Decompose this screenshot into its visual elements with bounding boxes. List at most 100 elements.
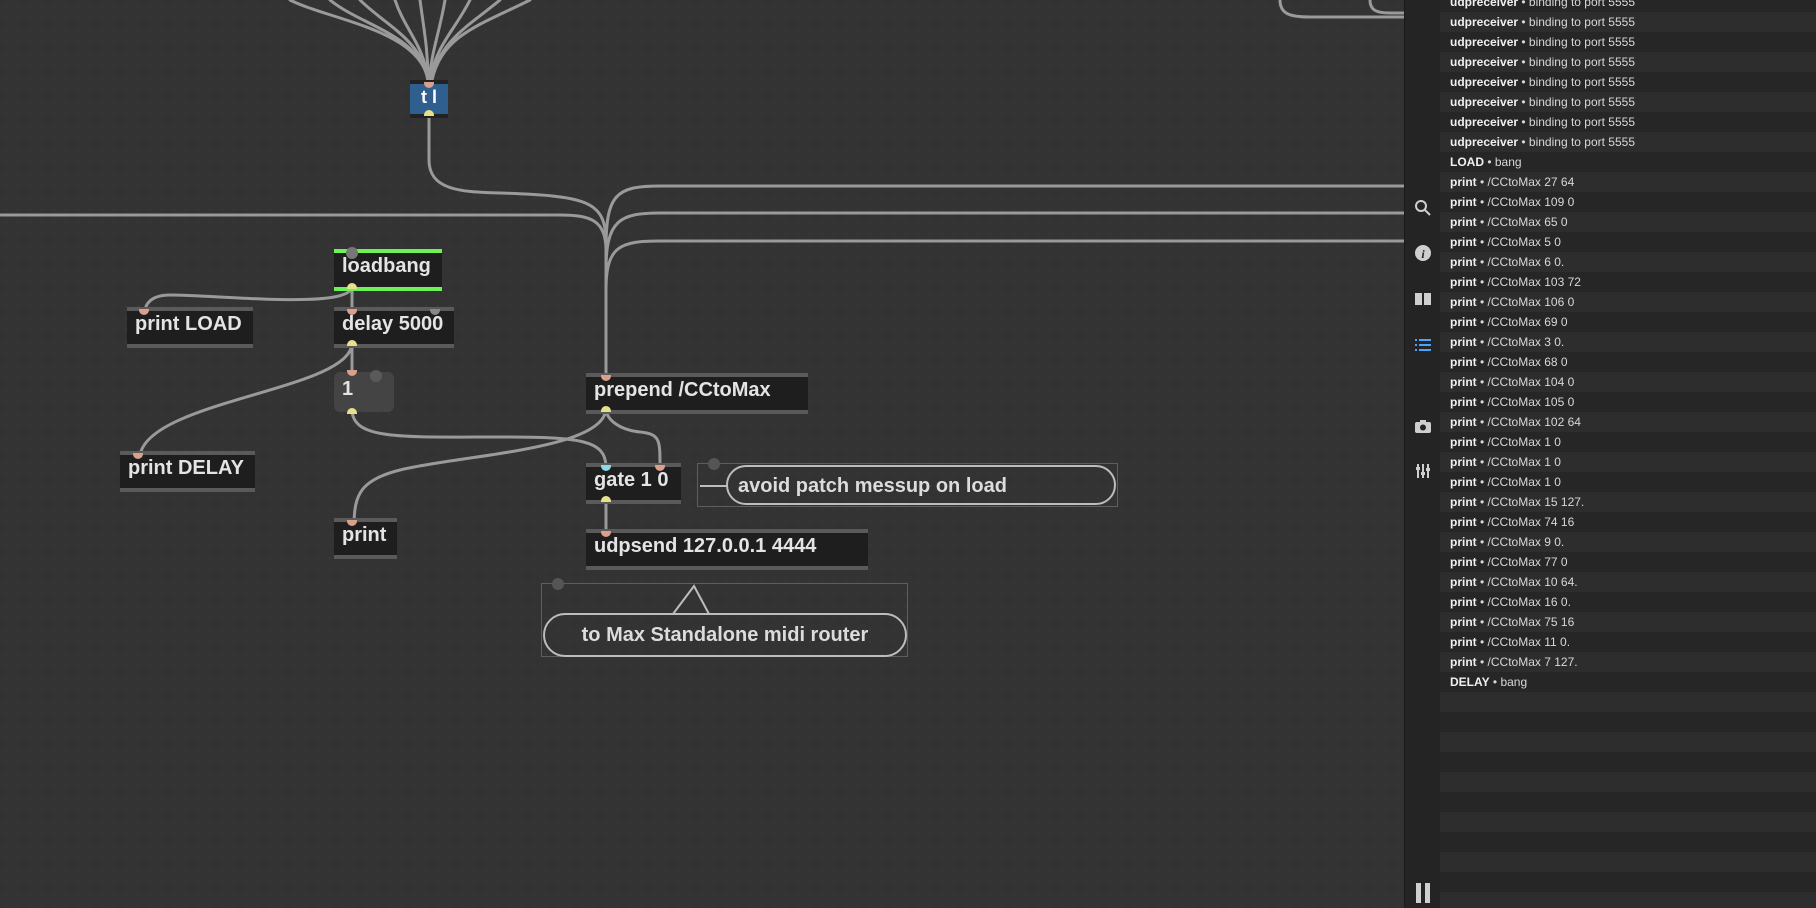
console-row[interactable]: print • /CCtoMax 1 0 — [1440, 472, 1816, 492]
console-row[interactable]: print • /CCtoMax 10 64. — [1440, 572, 1816, 592]
print-load-object[interactable]: print LOAD — [127, 307, 253, 348]
console-row[interactable]: print • /CCtoMax 16 0. — [1440, 592, 1816, 612]
udpsend-object[interactable]: udpsend 127.0.0.1 4444 — [586, 529, 868, 570]
console-row[interactable]: print • /CCtoMax 9 0. — [1440, 532, 1816, 552]
console-row-message: binding to port 5555 — [1528, 135, 1636, 149]
console-row-separator: • — [1518, 35, 1529, 49]
comment-frame[interactable]: avoid patch messup on load — [697, 458, 1118, 507]
console-row-message: /CCtoMax 105 0 — [1487, 395, 1575, 409]
console-list-icon[interactable] — [1405, 330, 1441, 360]
outlet[interactable] — [347, 340, 357, 346]
max-console[interactable]: udpreceiver • binding to port 5555 udprec… — [1440, 0, 1816, 908]
console-row-source: print — [1450, 455, 1477, 469]
console-row[interactable]: print • /CCtoMax 102 64 — [1440, 412, 1816, 432]
console-empty-row — [1440, 692, 1816, 712]
console-empty-row — [1440, 852, 1816, 872]
console-row-source: print — [1450, 555, 1477, 569]
console-row[interactable]: print • /CCtoMax 3 0. — [1440, 332, 1816, 352]
console-row-separator: • — [1476, 475, 1488, 489]
inlet[interactable] — [347, 370, 357, 376]
console-row[interactable]: print • /CCtoMax 15 127. — [1440, 492, 1816, 512]
console-row-separator: • — [1476, 455, 1488, 469]
gate-object[interactable]: gate 1 0 — [586, 463, 681, 504]
console-row-message: /CCtoMax 16 0. — [1487, 595, 1571, 609]
console-row[interactable]: udpreceiver • binding to port 5555 — [1440, 72, 1816, 92]
prepend-object[interactable]: prepend /CCtoMax — [586, 373, 808, 414]
console-row[interactable]: print • /CCtoMax 1 0 — [1440, 452, 1816, 472]
console-empty-row — [1440, 772, 1816, 792]
console-row-message: /CCtoMax 74 16 — [1487, 515, 1575, 529]
loadbang-label: loadbang — [342, 255, 431, 277]
console-row-message: /CCtoMax 3 0. — [1487, 335, 1565, 349]
console-row[interactable]: print • /CCtoMax 75 16 — [1440, 612, 1816, 632]
console-row-source: print — [1450, 295, 1477, 309]
prepend-label: prepend /CCtoMax — [594, 379, 771, 401]
console-row-message: /CCtoMax 75 16 — [1487, 615, 1575, 629]
number-box[interactable]: 1 — [334, 370, 394, 414]
console-row-separator: • — [1476, 635, 1488, 649]
trigger-object[interactable]: t l — [410, 80, 448, 118]
console-row[interactable]: udpreceiver • binding to port 5555 — [1440, 32, 1816, 52]
inspector-sliders-icon[interactable] — [1405, 456, 1441, 486]
console-row-message: /CCtoMax 103 72 — [1487, 275, 1581, 289]
console-row[interactable]: print • /CCtoMax 68 0 — [1440, 352, 1816, 372]
console-row[interactable]: print • /CCtoMax 69 0 — [1440, 312, 1816, 332]
console-row[interactable]: print • /CCtoMax 6 0. — [1440, 252, 1816, 272]
reference-icon[interactable] — [1405, 284, 1441, 314]
console-row[interactable]: udpreceiver • binding to port 5555 — [1440, 12, 1816, 32]
console-row-message: binding to port 5555 — [1528, 15, 1636, 29]
outlet[interactable] — [424, 110, 434, 116]
console-row-source: print — [1450, 515, 1477, 529]
console-row[interactable]: LOAD • bang — [1440, 152, 1816, 172]
search-icon[interactable] — [1405, 193, 1441, 223]
print-label: print — [342, 524, 387, 546]
pause-icon[interactable] — [1405, 878, 1441, 908]
console-row[interactable]: print • /CCtoMax 103 72 — [1440, 272, 1816, 292]
console-row-message: bang — [1500, 675, 1528, 689]
console-row[interactable]: print • /CCtoMax 74 16 — [1440, 512, 1816, 532]
info-icon[interactable]: i — [1405, 238, 1441, 268]
console-row[interactable]: print • /CCtoMax 106 0 — [1440, 292, 1816, 312]
console-row[interactable]: udpreceiver • binding to port 5555 — [1440, 112, 1816, 132]
console-row-source: udpreceiver — [1450, 35, 1519, 49]
snapshot-camera-icon[interactable] — [1405, 411, 1441, 441]
console-row-separator: • — [1476, 335, 1488, 349]
delay-object[interactable]: delay 5000 — [334, 307, 454, 348]
print-object[interactable]: print — [334, 518, 397, 559]
console-row-message: binding to port 5555 — [1528, 75, 1636, 89]
console-row-message: /CCtoMax 68 0 — [1487, 355, 1568, 369]
console-row-source: print — [1450, 235, 1477, 249]
console-row[interactable]: print • /CCtoMax 27 64 — [1440, 172, 1816, 192]
console-row-separator: • — [1484, 155, 1495, 169]
console-row[interactable]: print • /CCtoMax 65 0 — [1440, 212, 1816, 232]
outlet[interactable] — [347, 408, 357, 414]
console-row[interactable]: print • /CCtoMax 77 0 — [1440, 552, 1816, 572]
outlet[interactable] — [601, 496, 611, 502]
console-row[interactable]: print • /CCtoMax 5 0 — [1440, 232, 1816, 252]
comment-frame[interactable]: to Max Standalone midi router — [541, 578, 908, 657]
console-row-message: /CCtoMax 11 0. — [1487, 635, 1571, 649]
number-indicator — [370, 370, 382, 382]
console-row[interactable]: print • /CCtoMax 11 0. — [1440, 632, 1816, 652]
console-row[interactable]: udpreceiver • binding to port 5555 — [1440, 0, 1816, 12]
outlet[interactable] — [601, 406, 611, 412]
outlet[interactable] — [347, 283, 357, 289]
console-row[interactable]: print • /CCtoMax 104 0 — [1440, 372, 1816, 392]
console-row[interactable]: print • /CCtoMax 105 0 — [1440, 392, 1816, 412]
console-row[interactable]: udpreceiver • binding to port 5555 — [1440, 52, 1816, 72]
print-delay-object[interactable]: print DELAY — [120, 451, 255, 492]
print-delay-label: print DELAY — [128, 457, 244, 479]
console-row-source: print — [1450, 615, 1477, 629]
console-row-source: print — [1450, 175, 1477, 189]
console-row-separator: • — [1476, 615, 1488, 629]
console-row[interactable]: DELAY • bang — [1440, 672, 1816, 692]
console-row[interactable]: udpreceiver • binding to port 5555 — [1440, 132, 1816, 152]
console-row[interactable]: print • /CCtoMax 1 0 — [1440, 432, 1816, 452]
console-row[interactable]: udpreceiver • binding to port 5555 — [1440, 92, 1816, 112]
console-row[interactable]: print • /CCtoMax 7 127. — [1440, 652, 1816, 672]
console-row-source: print — [1450, 575, 1477, 589]
patcher-canvas[interactable]: t l loadbang print LOAD delay 5000 1 pri… — [0, 0, 1404, 908]
loadbang-object[interactable]: loadbang — [334, 247, 442, 291]
console-row-message: binding to port 5555 — [1528, 0, 1636, 9]
console-row[interactable]: print • /CCtoMax 109 0 — [1440, 192, 1816, 212]
